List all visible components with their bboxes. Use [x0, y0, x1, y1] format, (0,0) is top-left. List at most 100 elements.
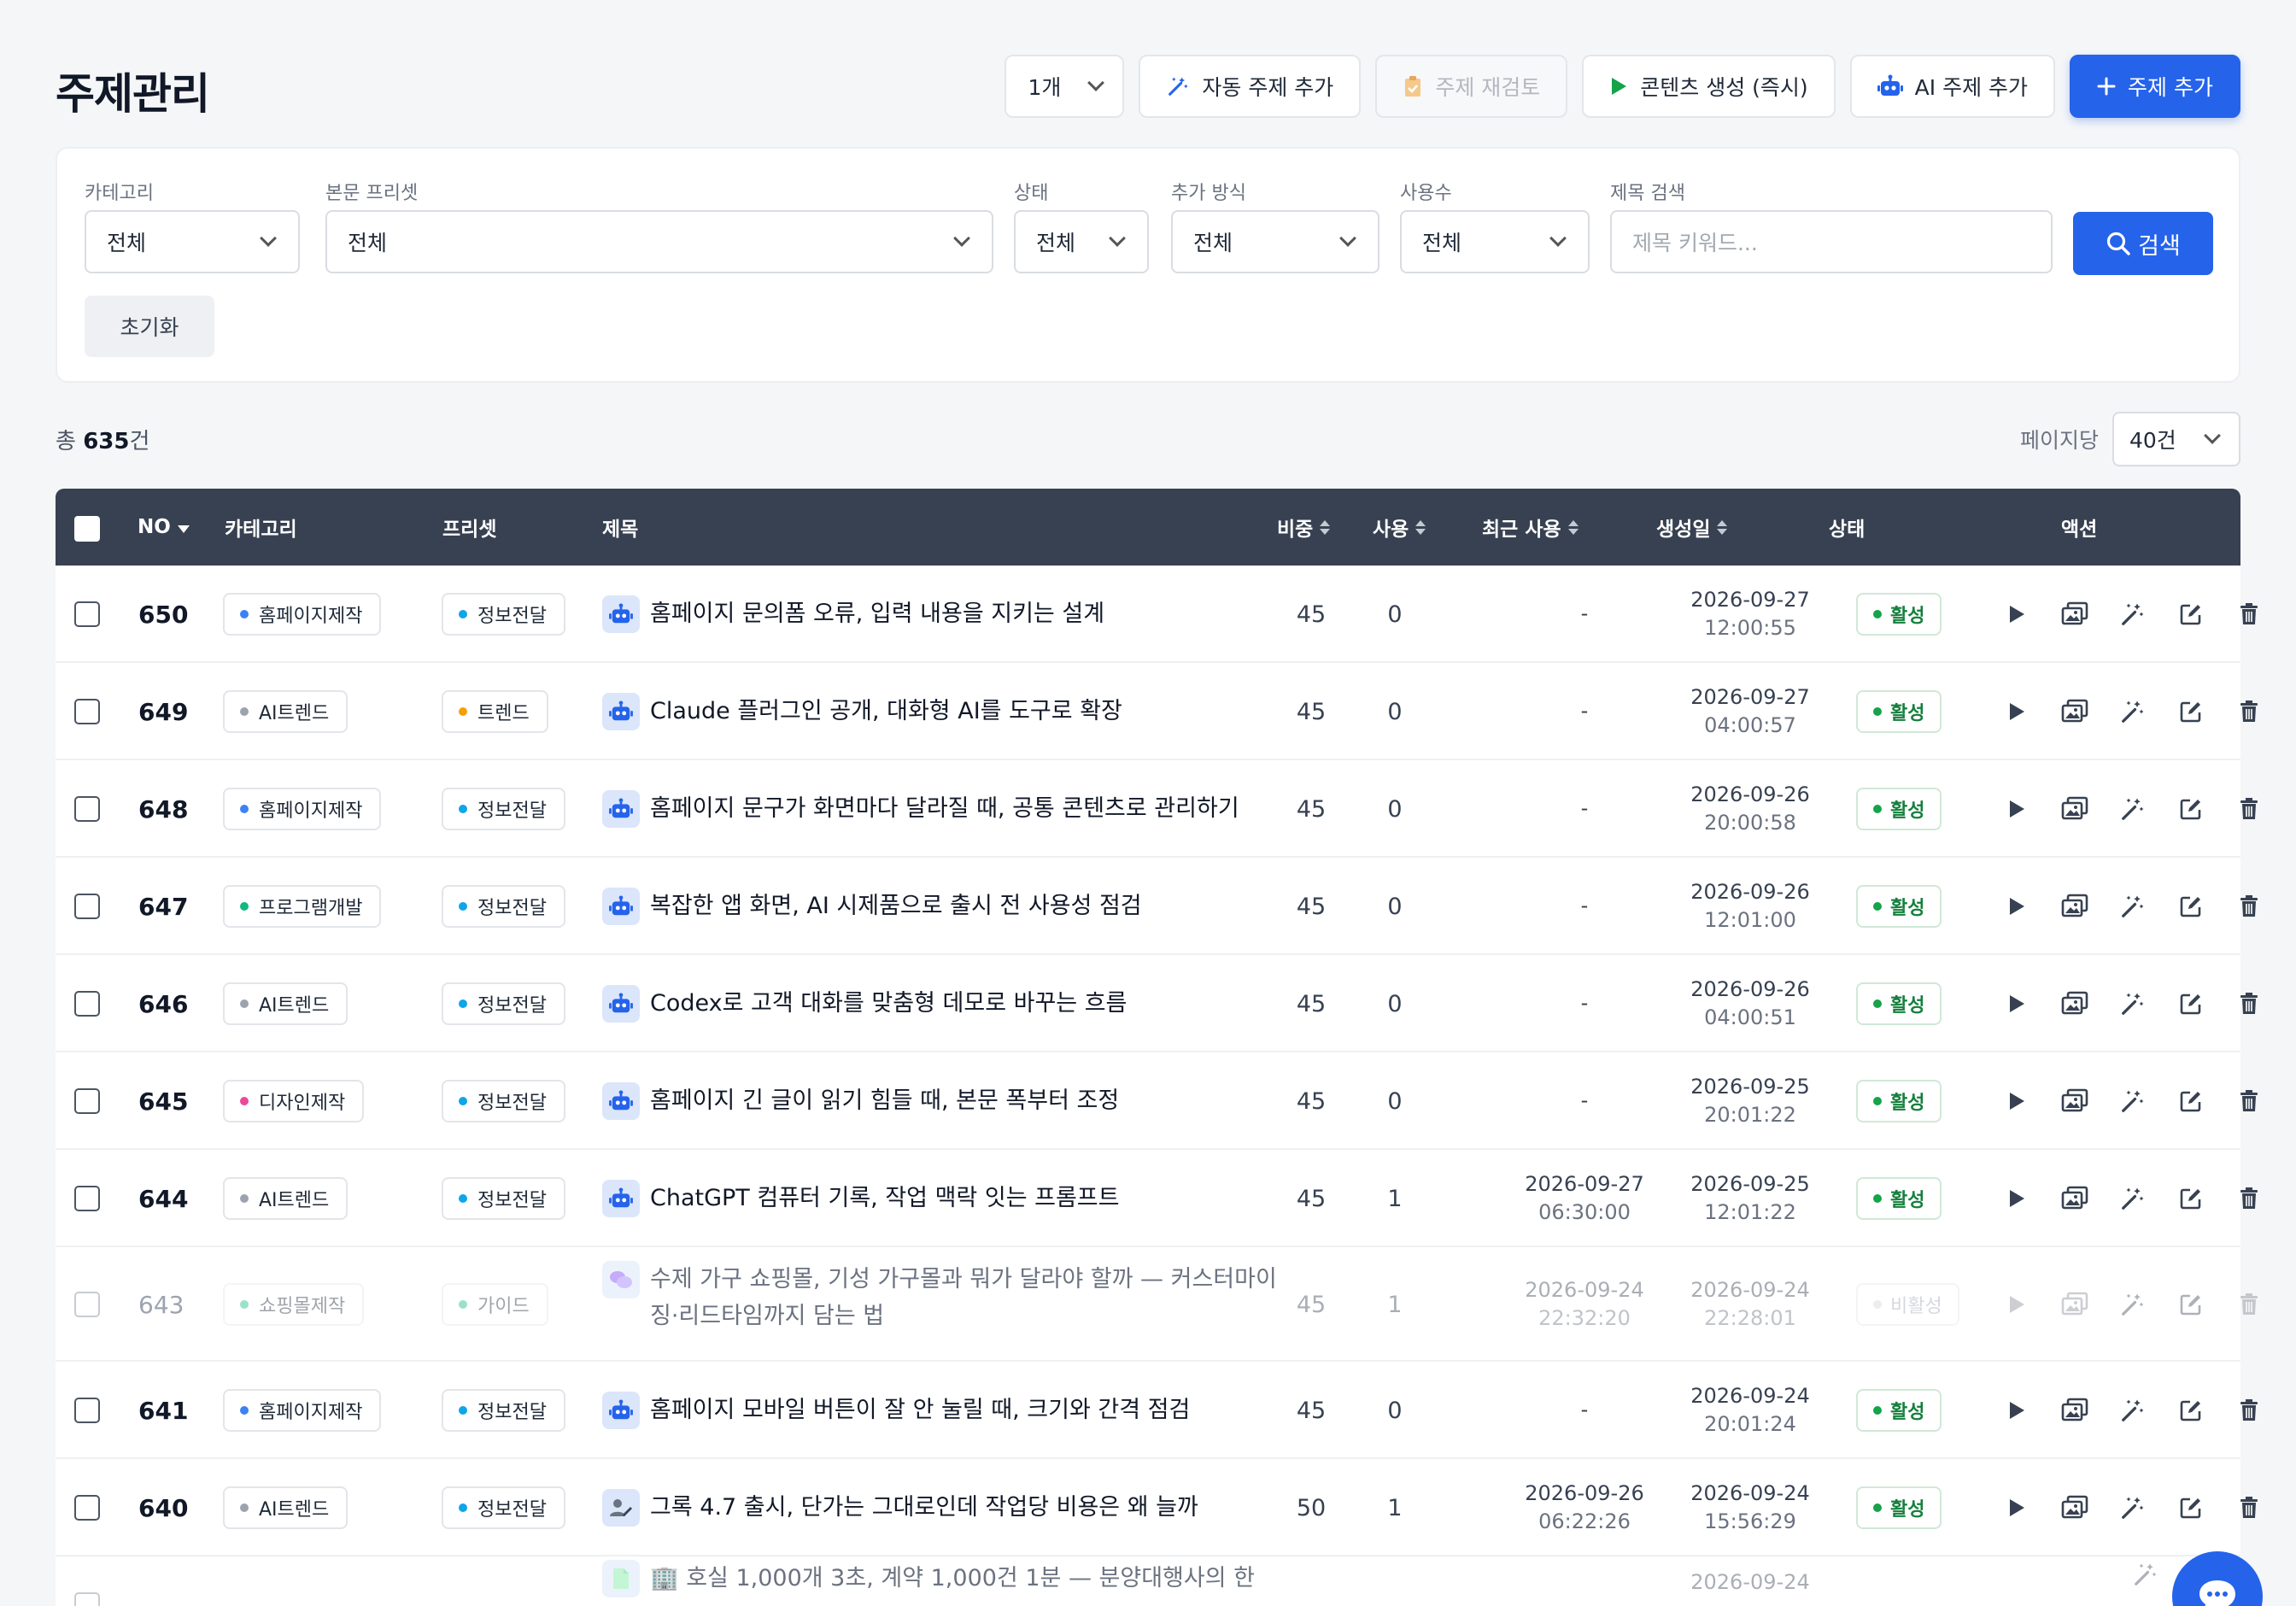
run-action-icon[interactable] — [1988, 1389, 2046, 1432]
gallery-action-icon[interactable] — [2046, 982, 2104, 1025]
edit-action-icon[interactable] — [2162, 690, 2220, 733]
run-action-icon[interactable] — [1988, 593, 2046, 636]
delete-action-icon[interactable] — [2220, 1080, 2278, 1122]
row-checkbox[interactable] — [74, 1592, 100, 1606]
topic-title[interactable]: 홈페이지 긴 글이 읽기 힘들 때, 본문 폭부터 조정 — [602, 1082, 1286, 1120]
status-badge[interactable]: 활성 — [1856, 1080, 1942, 1122]
col-no[interactable]: NO — [138, 489, 190, 566]
gallery-action-icon[interactable] — [2046, 1283, 2104, 1326]
delete-action-icon[interactable] — [2220, 788, 2278, 830]
edit-action-icon[interactable] — [2162, 1177, 2220, 1220]
preset-select[interactable]: 전체 — [325, 210, 993, 273]
generate-button[interactable]: 콘텐츠 생성 (즉시) — [1582, 55, 1836, 118]
category-select[interactable]: 전체 — [85, 210, 300, 273]
delete-action-icon[interactable] — [2220, 593, 2278, 636]
topic-title[interactable]: 홈페이지 문구가 화면마다 달라질 때, 공통 콘텐츠로 관리하기 — [602, 790, 1286, 828]
status-badge[interactable]: 활성 — [1856, 1177, 1942, 1220]
delete-action-icon[interactable] — [2220, 1283, 2278, 1326]
topic-title[interactable]: 수제 가구 쇼핑몰, 기성 가구몰과 뭐가 달라야 할까 — 커스터마이징·리드… — [602, 1261, 1286, 1334]
edit-action-icon[interactable] — [2133, 1562, 2158, 1587]
review-button[interactable]: 주제 재검토 — [1375, 55, 1568, 118]
edit-action-icon[interactable] — [2162, 1486, 2220, 1529]
run-action-icon[interactable] — [1988, 1283, 2046, 1326]
edit-action-icon[interactable] — [2162, 788, 2220, 830]
select-all-checkbox[interactable] — [74, 516, 100, 542]
delete-action-icon[interactable] — [2220, 1389, 2278, 1432]
status-badge[interactable]: 활성 — [1856, 593, 1942, 636]
topic-title[interactable]: 홈페이지 모바일 버튼이 잘 안 눌릴 때, 크기와 간격 점검 — [602, 1392, 1286, 1429]
delete-action-icon[interactable] — [2220, 885, 2278, 928]
magic-wand-action-icon[interactable] — [2104, 885, 2162, 928]
topic-title[interactable]: 복잡한 앱 화면, AI 시제품으로 출시 전 사용성 점검 — [602, 888, 1286, 925]
status-badge[interactable]: 활성 — [1856, 690, 1942, 733]
title-search-input[interactable]: 제목 키워드... — [1610, 210, 2053, 273]
topic-title[interactable]: Claude 플러그인 공개, 대화형 AI를 도구로 확장 — [602, 693, 1286, 730]
per-page-select[interactable]: 40건 — [2112, 412, 2240, 466]
reset-button[interactable]: 초기화 — [85, 296, 214, 357]
topic-title[interactable]: 홈페이지 문의폼 오류, 입력 내용을 지키는 설계 — [602, 595, 1286, 633]
row-checkbox[interactable] — [74, 1088, 100, 1114]
row-checkbox[interactable] — [74, 1186, 100, 1211]
col-weight[interactable]: 비중 — [1277, 489, 1331, 566]
gallery-action-icon[interactable] — [2046, 593, 2104, 636]
run-action-icon[interactable] — [1988, 1177, 2046, 1220]
magic-wand-action-icon[interactable] — [2104, 593, 2162, 636]
status-badge[interactable]: 활성 — [1856, 885, 1942, 928]
gallery-action-icon[interactable] — [2046, 690, 2104, 733]
row-checkbox[interactable] — [74, 699, 100, 724]
run-action-icon[interactable] — [1988, 1486, 2046, 1529]
run-action-icon[interactable] — [1988, 690, 2046, 733]
gallery-action-icon[interactable] — [2046, 788, 2104, 830]
topic-title[interactable]: 🏢 호실 1,000개 3초, 계약 1,000건 1분 — 분양대행사의 한 — [602, 1560, 1286, 1597]
delete-action-icon[interactable] — [2220, 1177, 2278, 1220]
edit-action-icon[interactable] — [2162, 1080, 2220, 1122]
row-checkbox[interactable] — [74, 796, 100, 822]
auto-add-button[interactable]: 자동 주제 추가 — [1139, 55, 1362, 118]
row-checkbox[interactable] — [74, 601, 100, 627]
delete-action-icon[interactable] — [2220, 690, 2278, 733]
magic-wand-action-icon[interactable] — [2104, 1080, 2162, 1122]
magic-wand-action-icon[interactable] — [2104, 1283, 2162, 1326]
col-usage[interactable]: 사용 — [1373, 489, 1426, 566]
status-badge[interactable]: 활성 — [1856, 982, 1942, 1025]
magic-wand-action-icon[interactable] — [2104, 1486, 2162, 1529]
row-checkbox[interactable] — [74, 991, 100, 1017]
count-select[interactable]: 1개 — [1004, 55, 1125, 118]
edit-action-icon[interactable] — [2162, 1283, 2220, 1326]
ai-add-button[interactable]: AI 주제 추가 — [1849, 55, 2056, 118]
topic-title[interactable]: Codex로 고객 대화를 맞춤형 데모로 바꾸는 흐름 — [602, 985, 1286, 1023]
status-badge[interactable]: 활성 — [1856, 1486, 1942, 1529]
gallery-action-icon[interactable] — [2046, 1389, 2104, 1432]
gallery-action-icon[interactable] — [2046, 885, 2104, 928]
usage-select[interactable]: 전체 — [1400, 210, 1590, 273]
gallery-action-icon[interactable] — [2046, 1486, 2104, 1529]
method-select[interactable]: 전체 — [1171, 210, 1379, 273]
run-action-icon[interactable] — [1988, 788, 2046, 830]
magic-wand-action-icon[interactable] — [2104, 982, 2162, 1025]
row-checkbox[interactable] — [74, 1398, 100, 1423]
edit-action-icon[interactable] — [2162, 982, 2220, 1025]
status-badge[interactable]: 활성 — [1856, 788, 1942, 830]
magic-wand-action-icon[interactable] — [2104, 1389, 2162, 1432]
row-checkbox[interactable] — [74, 1495, 100, 1521]
add-topic-button[interactable]: 주제 추가 — [2070, 55, 2240, 118]
status-badge[interactable]: 활성 — [1856, 1389, 1942, 1432]
col-created[interactable]: 생성일 — [1656, 489, 1728, 566]
magic-wand-action-icon[interactable] — [2104, 690, 2162, 733]
magic-wand-action-icon[interactable] — [2104, 788, 2162, 830]
magic-wand-action-icon[interactable] — [2104, 1177, 2162, 1220]
edit-action-icon[interactable] — [2162, 885, 2220, 928]
run-action-icon[interactable] — [1988, 885, 2046, 928]
gallery-action-icon[interactable] — [2046, 1080, 2104, 1122]
status-select[interactable]: 전체 — [1014, 210, 1149, 273]
topic-title[interactable]: ChatGPT 컴퓨터 기록, 작업 맥락 잇는 프롬프트 — [602, 1180, 1286, 1217]
search-button[interactable]: 검색 — [2073, 212, 2213, 275]
run-action-icon[interactable] — [1988, 982, 2046, 1025]
delete-action-icon[interactable] — [2220, 1486, 2278, 1529]
col-last-used[interactable]: 최근 사용 — [1482, 489, 1578, 566]
status-badge[interactable]: 비활성 — [1856, 1283, 1959, 1326]
delete-action-icon[interactable] — [2220, 982, 2278, 1025]
topic-title[interactable]: 그록 4.7 출시, 단가는 그대로인데 작업당 비용은 왜 늘까 — [602, 1489, 1286, 1527]
edit-action-icon[interactable] — [2162, 593, 2220, 636]
edit-action-icon[interactable] — [2162, 1389, 2220, 1432]
